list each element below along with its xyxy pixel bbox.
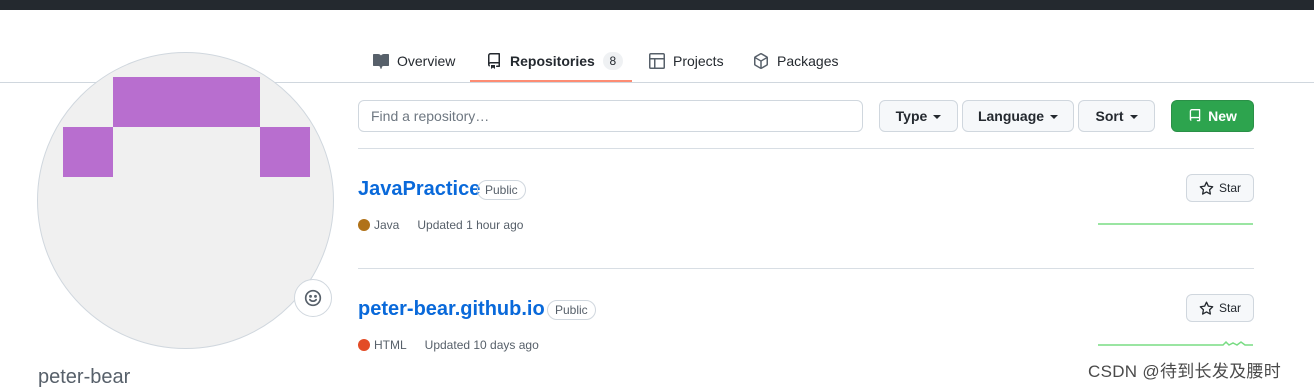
sort-label: Sort [1095,108,1124,124]
language-color-dot [358,219,370,231]
tab-packages[interactable]: Packages [753,40,838,82]
chevron-down-icon [1129,115,1138,119]
avatar-pixel [260,127,310,177]
avatar[interactable] [37,52,334,349]
type-filter-button[interactable]: Type [879,100,958,132]
tab-repositories[interactable]: Repositories 8 [486,40,623,82]
book-icon [373,53,389,69]
smiley-icon [304,289,322,307]
star-label: Star [1218,301,1241,315]
visibility-badge: Public [477,180,526,200]
repo-updated: Updated 1 hour ago [417,218,524,232]
list-divider [358,148,1254,149]
watermark: CSDN @待到长发及腰时 [1088,362,1282,381]
chevron-down-icon [1050,115,1059,119]
repo-updated: Updated 10 days ago [424,338,539,352]
repo-meta: Java Updated 1 hour ago [358,218,523,232]
tab-repositories-label: Repositories [510,53,595,69]
repo-link[interactable]: JavaPractice [358,178,480,201]
language-filter-label: Language [977,108,1045,124]
table-icon [649,53,665,69]
tab-projects[interactable]: Projects [649,40,724,82]
profile-username: peter-bear [38,366,131,387]
repo-icon [1189,109,1201,122]
visibility-badge: Public [547,300,596,320]
repo-language: Java [374,218,400,232]
activity-sparkline [1098,340,1253,346]
avatar-pixel [113,77,260,127]
set-status-button[interactable] [294,279,332,317]
new-repository-button[interactable]: New [1171,100,1254,132]
language-filter-button[interactable]: Language [962,100,1074,132]
repositories-count-badge: 8 [602,52,623,70]
star-label: Star [1218,181,1241,195]
repo-link[interactable]: peter-bear.github.io [358,298,545,321]
chevron-down-icon [933,115,942,119]
tab-packages-label: Packages [777,53,839,69]
type-filter-label: Type [895,108,928,124]
repo-icon [488,53,500,69]
repo-meta: HTML Updated 10 days ago [358,338,539,352]
repo-language: HTML [374,338,407,352]
avatar-pixel [63,127,113,177]
top-header-bar [0,0,1314,10]
activity-sparkline [1098,223,1253,225]
star-button[interactable]: Star [1186,294,1254,322]
find-repository-input[interactable] [358,100,863,132]
list-divider [358,268,1254,269]
sort-button[interactable]: Sort [1078,100,1155,132]
star-button[interactable]: Star [1186,174,1254,202]
star-icon [1199,181,1214,195]
package-icon [754,53,768,69]
new-button-label: New [1208,108,1237,124]
language-color-dot [358,339,370,351]
tab-projects-label: Projects [673,53,724,69]
tab-overview-label: Overview [397,53,456,69]
star-icon [1199,301,1214,315]
tab-overview[interactable]: Overview [373,40,455,82]
